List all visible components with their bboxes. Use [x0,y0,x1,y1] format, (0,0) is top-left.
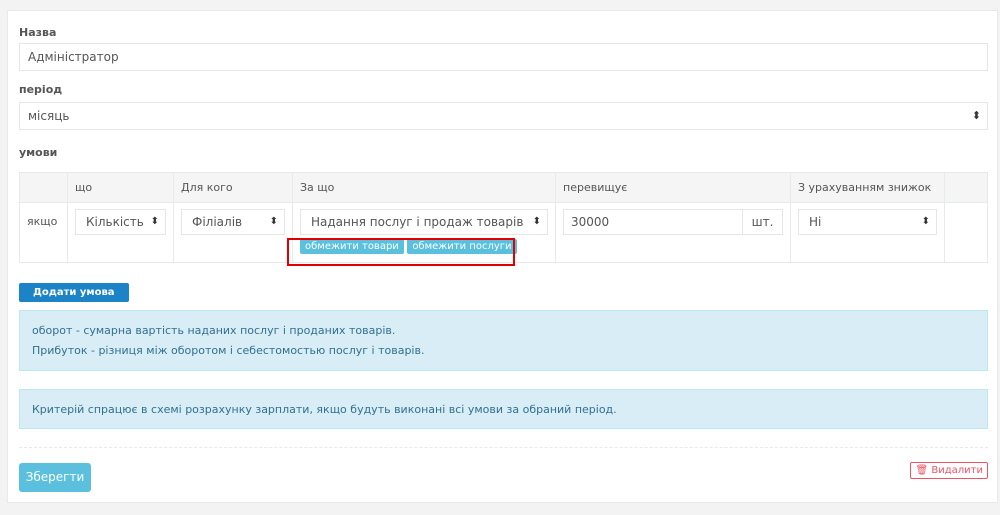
what-select[interactable]: Кількість ⬍ [75,209,166,235]
period-select[interactable]: місяць ⬍ [19,102,988,130]
row-prefix: якщо [19,202,68,263]
info-line-turnover: оборот - сумарна вартість наданих послуг… [32,324,396,337]
delete-button-label: Видалити [931,465,983,476]
for-what-select-value: Надання послуг і продаж товарів [311,215,524,229]
info-line-profit: Прибуток - різниця між оборотом і себест… [32,344,425,357]
period-label: період [19,83,63,96]
discounts-select[interactable]: Ні ⬍ [798,209,937,235]
row-actions-cell [944,202,988,263]
trash-icon: 🗑 [915,465,929,476]
form-panel: Назва Адміністратор період місяць ⬍ умов… [7,10,998,503]
save-button[interactable]: Зберегти [19,463,91,492]
info-box-note: Критерій спрацює в схемі розрахунку зарп… [19,389,988,429]
exceeds-input[interactable]: 30000 [563,209,743,235]
info-box-definitions: оборот - сумарна вартість наданих послуг… [19,310,988,371]
divider [19,447,988,448]
unit-addon: шт. [743,209,783,235]
what-select-value: Кількість [86,215,144,229]
col-header-empty [19,172,68,203]
col-header-for-whom: Для кого [173,172,293,203]
sort-arrows-icon: ⬍ [921,216,930,227]
name-label: Назва [19,26,57,39]
sort-arrows-icon: ⬍ [532,216,541,227]
name-input[interactable]: Адміністратор [19,43,988,71]
for-whom-select[interactable]: Філіалів ⬍ [181,209,285,235]
for-whom-select-value: Філіалів [192,215,243,229]
col-header-discounts: З урахуванням знижок [790,172,945,203]
col-header-actions [944,172,988,203]
conditions-label: умови [19,146,58,159]
sort-arrows-icon: ⬍ [269,216,278,227]
add-condition-button[interactable]: Додати умова [19,283,129,302]
delete-button[interactable]: 🗑 Видалити [910,462,988,479]
col-header-what: що [67,172,174,203]
discounts-select-value: Ні [809,215,822,229]
sort-arrows-icon: ⬍ [971,109,981,122]
sort-arrows-icon: ⬍ [150,216,159,227]
col-header-for-what: За що [292,172,556,203]
col-header-exceeds: перевищує [555,172,791,203]
info-note: Критерій спрацює в схемі розрахунку зарп… [32,403,617,416]
period-select-value: місяць [28,109,70,123]
for-what-select[interactable]: Надання послуг і продаж товарів ⬍ [300,209,548,235]
highlight-box [287,238,515,266]
